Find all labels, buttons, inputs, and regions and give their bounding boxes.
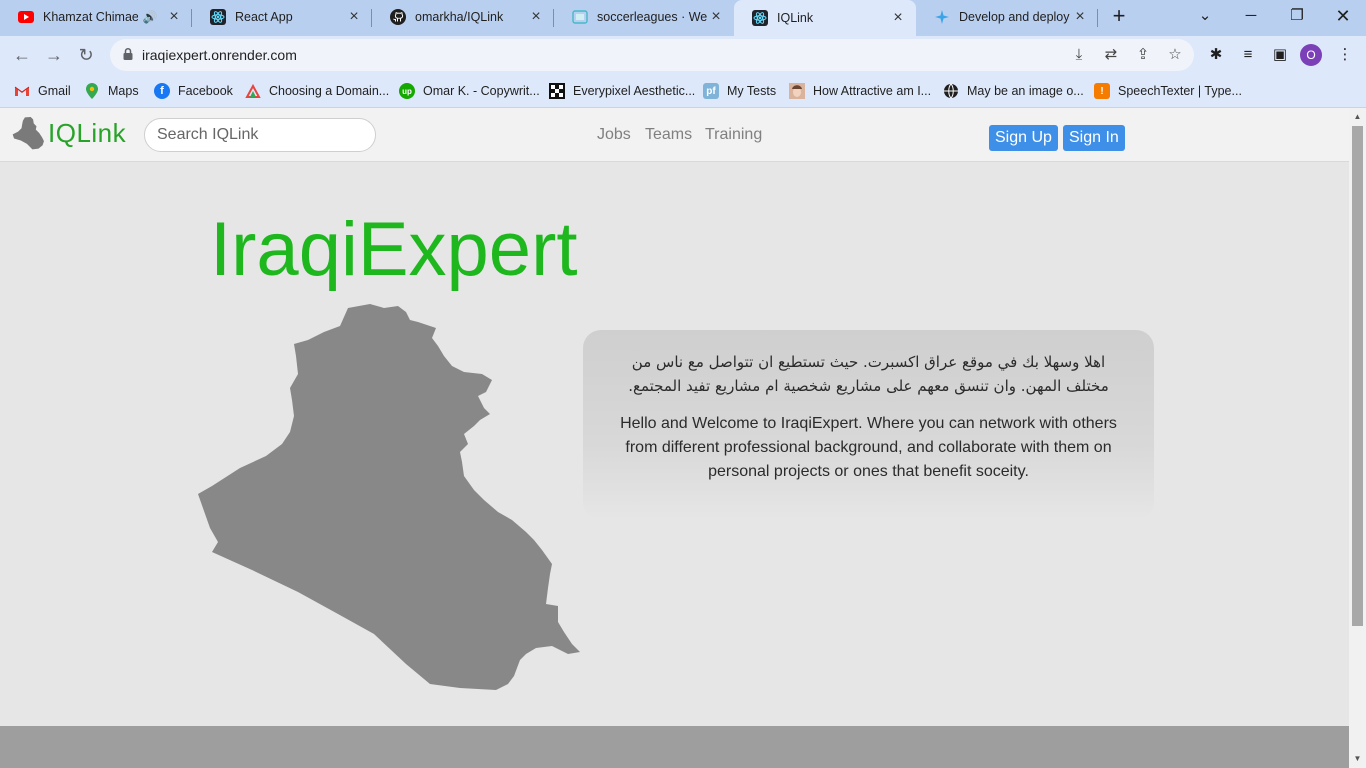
close-icon[interactable]: × — [166, 9, 182, 25]
tab-title: React App — [235, 10, 293, 24]
search-input[interactable] — [144, 118, 376, 152]
bookmark-facebook[interactable]: f Facebook — [154, 82, 233, 100]
media-control-icon[interactable]: ≡ — [1238, 45, 1258, 65]
render-icon — [934, 9, 950, 25]
bookmark-may-be-image[interactable]: May be an image o... — [943, 82, 1084, 100]
lock-icon[interactable] — [122, 47, 134, 61]
browser-toolbar: ← → ↻ iraqiexpert.onrender.com ⤓ ⇄ ⇪ ☆ ✱… — [0, 36, 1366, 74]
page-footer — [0, 726, 1349, 768]
reload-icon[interactable]: ↻ — [74, 43, 98, 67]
upwork-icon: up — [399, 83, 415, 99]
translate-icon[interactable]: ⇄ — [1102, 46, 1120, 64]
bookmark-star-icon[interactable]: ☆ — [1166, 46, 1184, 64]
window-close-icon[interactable]: ✕ — [1329, 4, 1357, 28]
bookmark-maps[interactable]: Maps — [84, 82, 139, 100]
extensions-icon[interactable]: ✱ — [1206, 45, 1226, 65]
nav-link-jobs[interactable]: Jobs — [597, 126, 631, 144]
bookmarks-bar: Gmail Maps f Facebook Choosing a Domain.… — [0, 74, 1366, 108]
face-icon — [789, 83, 805, 99]
welcome-card: اهلا وسهلا بك في موقع عراق اكسبرت. حيث ت… — [583, 330, 1154, 520]
minimize-icon[interactable]: ─ — [1237, 4, 1265, 28]
share-icon[interactable]: ⇪ — [1134, 46, 1152, 64]
maps-icon — [84, 83, 100, 99]
close-icon[interactable]: × — [346, 9, 362, 25]
bookmark-my-tests[interactable]: pf My Tests — [703, 82, 776, 100]
side-panel-icon[interactable]: ▣ — [1270, 45, 1290, 65]
welcome-text-arabic: اهلا وسهلا بك في موقع عراق اكسبرت. حيث ت… — [628, 353, 1109, 395]
bookmark-gmail[interactable]: Gmail — [14, 82, 71, 100]
logo-text: IQLink — [48, 117, 127, 148]
tab-search-icon[interactable]: ⌄ — [1191, 4, 1219, 28]
react-icon — [210, 9, 226, 25]
page-viewport: IQLink Jobs Teams Training Sign Up Sign … — [0, 108, 1349, 768]
close-icon[interactable]: × — [890, 10, 906, 26]
tab-title: Develop and deploy — [959, 10, 1070, 24]
everypixel-icon — [549, 83, 565, 99]
tab-title: omarkha/IQLink — [415, 10, 504, 24]
react-icon — [752, 10, 768, 26]
tab-github[interactable]: omarkha/IQLink × — [372, 0, 554, 34]
site-logo[interactable]: IQLink — [12, 113, 126, 153]
sign-in-button[interactable]: Sign In — [1063, 125, 1125, 151]
tab-iqlink[interactable]: IQLink × — [734, 0, 916, 36]
tab-strip: Khamzat Chimaev 🔊 × React App × omarkha/… — [0, 0, 1366, 36]
address-bar[interactable]: iraqiexpert.onrender.com ⤓ ⇄ ⇪ ☆ — [110, 39, 1194, 71]
url-text[interactable]: iraqiexpert.onrender.com — [142, 47, 297, 63]
bookmark-speechtexter[interactable]: ! SpeechTexter | Type... — [1094, 82, 1242, 100]
close-icon[interactable]: × — [1072, 9, 1088, 25]
tab-soccerleagues[interactable]: soccerleagues · Web × — [554, 0, 734, 34]
profile-avatar[interactable]: O — [1300, 44, 1322, 66]
iraq-map-logo-icon — [12, 117, 44, 150]
close-icon[interactable]: × — [708, 9, 724, 25]
back-icon[interactable]: ← — [10, 43, 34, 67]
tab-title: Khamzat Chimaev — [43, 10, 138, 24]
github-icon — [390, 9, 406, 25]
domain-icon — [245, 83, 261, 99]
web-icon — [572, 9, 588, 25]
scroll-down-icon[interactable]: ▼ — [1353, 754, 1362, 763]
facebook-icon: f — [154, 83, 170, 99]
sign-up-button[interactable]: Sign Up — [989, 125, 1058, 151]
scroll-up-icon[interactable]: ▲ — [1353, 112, 1362, 121]
globe-icon — [943, 83, 959, 99]
hero-title: IraqiExpert — [210, 207, 578, 292]
page-scrollbar[interactable]: ▲ ▼ — [1349, 108, 1366, 768]
tab-title: IQLink — [777, 11, 814, 25]
forward-icon[interactable]: → — [42, 43, 66, 67]
menu-kebab-icon[interactable]: ⋮ — [1335, 45, 1355, 65]
bookmark-how-attractive[interactable]: How Attractive am I... — [789, 82, 931, 100]
nav-link-teams[interactable]: Teams — [645, 126, 692, 144]
iraq-map-image — [198, 304, 580, 690]
tab-react-app[interactable]: React App × — [192, 0, 372, 34]
scroll-thumb[interactable] — [1352, 126, 1363, 626]
nav-link-training[interactable]: Training — [705, 126, 762, 144]
speaker-icon[interactable]: 🔊 — [142, 9, 158, 25]
welcome-text-english: Hello and Welcome to IraqiExpert. Where … — [620, 415, 1117, 480]
speechtexter-icon: ! — [1094, 83, 1110, 99]
youtube-icon — [18, 9, 34, 25]
bookmark-everypixel[interactable]: Everypixel Aesthetic... — [549, 82, 695, 100]
tab-title: soccerleagues · Web — [597, 10, 708, 24]
site-navbar: IQLink Jobs Teams Training Sign Up Sign … — [0, 108, 1349, 162]
tab-develop-deploy[interactable]: Develop and deploy × — [916, 0, 1098, 34]
close-icon[interactable]: × — [528, 9, 544, 25]
bookmark-upwork[interactable]: up Omar K. - Copywrit... — [399, 82, 540, 100]
gmail-icon — [14, 83, 30, 99]
restore-icon[interactable]: ❐ — [1283, 4, 1311, 28]
new-tab-button[interactable]: + — [1108, 5, 1130, 28]
install-icon[interactable]: ⤓ — [1070, 46, 1088, 64]
pf-icon: pf — [703, 83, 719, 99]
bookmark-choosing-domain[interactable]: Choosing a Domain... — [245, 82, 389, 100]
tab-khamzat[interactable]: Khamzat Chimaev 🔊 × — [0, 0, 192, 34]
